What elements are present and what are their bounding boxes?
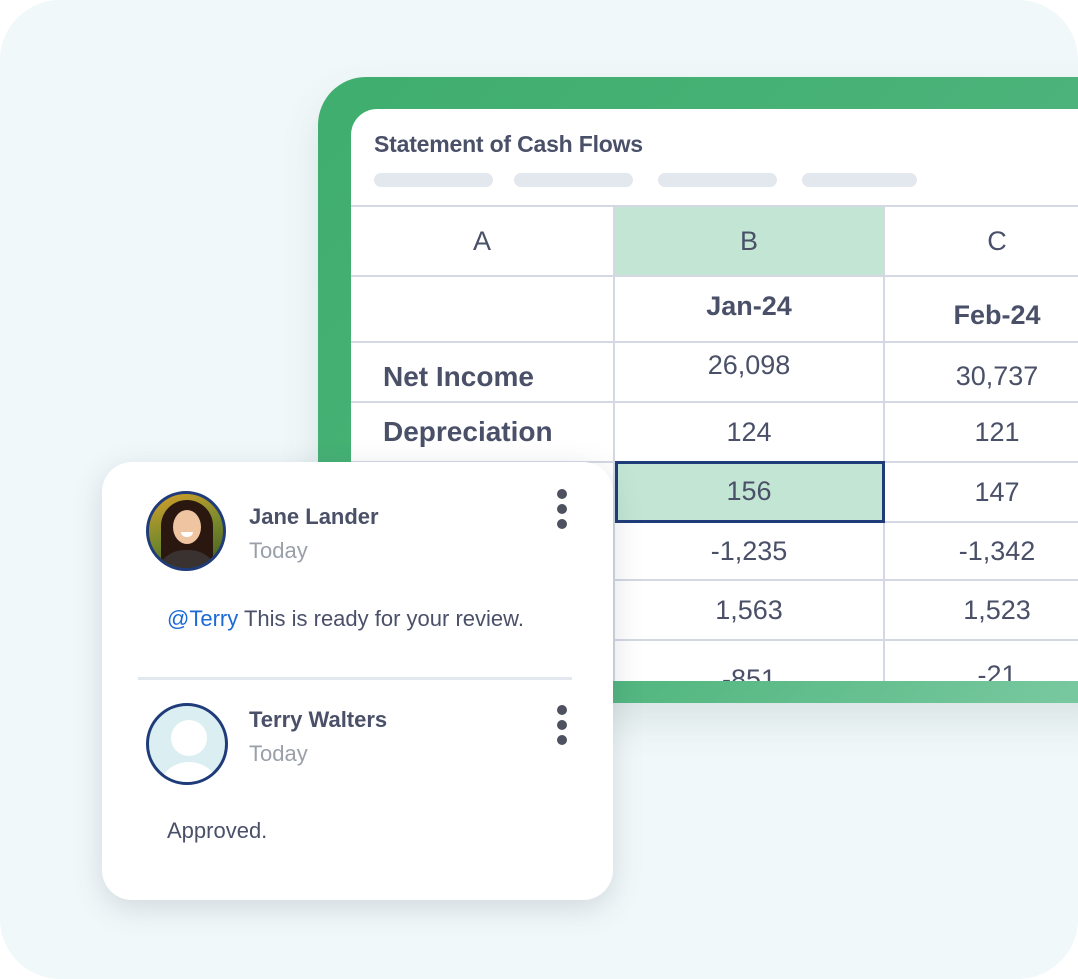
avatar-placeholder-shoulders (157, 762, 221, 782)
comment-body: Approved. (167, 818, 268, 843)
comments-panel: Jane Lander Today @Terry This is ready f… (102, 462, 613, 900)
cell-c7[interactable]: 1,523 (885, 581, 1078, 641)
cell-b6[interactable]: -1,235 (615, 523, 885, 581)
comment-body: @Terry This is ready for your review. (167, 606, 524, 632)
sheet-title: Statement of Cash Flows (374, 131, 643, 157)
cell-b2-date[interactable]: Jan-24 (615, 277, 885, 343)
row-label-net-income[interactable]: Net Income (351, 343, 615, 403)
more-options-icon[interactable] (556, 489, 568, 529)
tab-placeholder-3[interactable] (658, 173, 777, 187)
cell-c3[interactable]: 30,737 (885, 343, 1078, 403)
tab-placeholder-2[interactable] (514, 173, 633, 187)
cell-c2-date[interactable]: Feb-24 (885, 277, 1078, 343)
column-header-c[interactable]: C (885, 207, 1078, 277)
comment-text: This is ready for your review. (238, 606, 524, 631)
avatar-jane-lander[interactable] (146, 491, 226, 571)
cell-b7[interactable]: 1,563 (615, 581, 885, 641)
cell-c6[interactable]: -1,342 (885, 523, 1078, 581)
comment-time: Today (249, 741, 308, 766)
avatar-terry-walters[interactable] (146, 703, 228, 785)
mention-link[interactable]: @Terry (167, 606, 238, 631)
cell-b5-active[interactable]: 156 (615, 461, 885, 523)
cell-b4[interactable]: 124 (615, 403, 885, 463)
cell-b8[interactable]: -851 (615, 641, 885, 681)
cell-a2[interactable] (351, 277, 615, 343)
column-header-b[interactable]: B (615, 207, 885, 277)
column-header-a[interactable]: A (351, 207, 615, 277)
background-canvas: Statement of Cash Flows A B C Jan-24 Feb… (0, 0, 1078, 979)
comment-author[interactable]: Terry Walters (249, 707, 387, 733)
cell-c4[interactable]: 121 (885, 403, 1078, 463)
comment-time: Today (249, 538, 308, 563)
row-label-depreciation[interactable]: Depreciation (351, 403, 615, 463)
comment-author[interactable]: Jane Lander (249, 504, 379, 530)
avatar-face (173, 510, 201, 544)
comment-divider (138, 677, 572, 680)
tab-placeholder-1[interactable] (374, 173, 493, 187)
avatar-placeholder-head (171, 720, 207, 756)
cell-c5[interactable]: 147 (885, 463, 1078, 523)
tab-placeholder-4[interactable] (802, 173, 917, 187)
cell-c8[interactable]: -21 (885, 641, 1078, 681)
more-options-icon[interactable] (556, 705, 568, 745)
cell-b3[interactable]: 26,098 (615, 343, 885, 403)
